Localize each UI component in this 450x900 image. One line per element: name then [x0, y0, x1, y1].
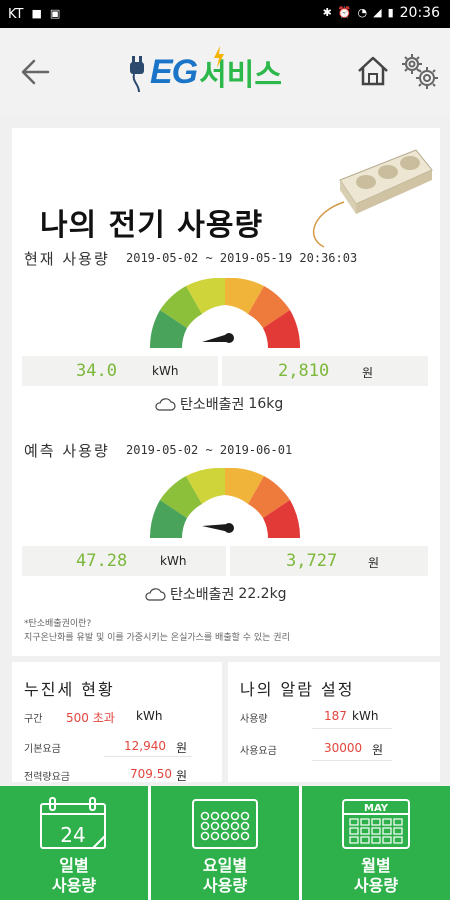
tax-section-key: 구간 — [24, 714, 43, 725]
progressive-tax-title: 누진세 현황 — [24, 680, 115, 699]
signal-icon: ◢ — [373, 6, 382, 19]
alarm-fee-value: 30000 — [324, 741, 363, 755]
divider — [312, 728, 392, 729]
monthly-label-line2: 사용량 — [353, 876, 399, 895]
carrier-label: KT — [8, 6, 24, 22]
current-kwh-value: 34.0 — [76, 361, 117, 381]
forecast-kwh-box: 47.28 kWh — [22, 546, 226, 576]
status-bar: KT ■ ▣ ✱ ⏰ ◔ ◢ ▮ 20:36 — [0, 0, 450, 28]
alarm-usage-unit: kWh — [352, 709, 379, 723]
current-carbon-label: 탄소배출권 — [180, 397, 245, 413]
tax-section-value: 500 초과 — [66, 711, 115, 725]
tax-section-unit: kWh — [136, 709, 163, 723]
monthly-usage-button[interactable]: MAY 월별 사용량 — [302, 786, 450, 900]
current-usage-range: 2019-05-02 ~ 2019-05-19 20:36:03 — [126, 251, 358, 265]
base-fee-value: 12,940 — [124, 739, 166, 753]
cloud-icon — [155, 398, 176, 411]
energy-fee-unit: 원 — [176, 769, 188, 783]
monthly-calendar-icon: MAY — [342, 799, 410, 849]
alarm-icon: ⏰ — [337, 6, 352, 19]
bluetooth-icon: ✱ — [322, 6, 332, 19]
forecast-carbon-label: 탄소배출권 — [170, 587, 235, 603]
forecast-usage-gauge — [150, 468, 300, 538]
forecast-usage-range: 2019-05-02 ~ 2019-06-01 — [126, 443, 293, 457]
plug-icon — [130, 56, 144, 92]
daily-label-line2: 사용량 — [51, 876, 97, 895]
forecast-carbon-value: 22.2kg — [238, 586, 287, 602]
alarm-fee-key: 사용요금 — [240, 746, 277, 757]
alarm-usage-key: 사용량 — [240, 714, 268, 725]
battery-icon: ▮ — [387, 6, 394, 19]
current-won-box: 2,810 원 — [222, 356, 428, 386]
forecast-carbon: 탄소배출권 22.2kg — [144, 584, 287, 604]
progressive-tax-card[interactable]: 누진세 현황 구간 500 초과 kWh 기본요금 12,940 원 전력량요금… — [12, 662, 222, 783]
current-won-unit: 원 — [362, 366, 374, 380]
current-won-value: 2,810 — [278, 361, 330, 381]
notification-square-icon: ■ — [31, 7, 42, 20]
clock: 20:36 — [399, 5, 440, 21]
carbon-note-body: 지구온난화를 유발 및 이를 가중시키는 온실가스를 배출할 수 있는 권리 — [24, 633, 290, 643]
cloud-icon — [145, 588, 166, 601]
daily-label-line1: 일별 — [59, 856, 89, 875]
monthly-icon-text: MAY — [364, 803, 389, 814]
usage-card: 나의 전기 사용량 현재 사용량 2019-05-02 ~ 2019-05-19… — [12, 128, 440, 656]
forecast-kwh-unit: kWh — [160, 554, 187, 568]
back-arrow-icon[interactable] — [18, 54, 54, 90]
alarm-fee-unit: 원 — [372, 743, 384, 757]
daily-usage-button[interactable]: 24 일별 사용량 — [0, 786, 148, 900]
alarm-settings-title: 나의 알람 설정 — [240, 680, 355, 699]
settings-gears-icon[interactable] — [398, 50, 440, 92]
forecast-kwh-value: 47.28 — [76, 551, 128, 571]
divider — [312, 760, 392, 761]
app-logo: EG 서비스 — [128, 46, 282, 94]
forecast-won-unit: 원 — [368, 556, 380, 570]
weekday-calendar-icon — [192, 799, 258, 849]
page-title: 나의 전기 사용량 — [40, 208, 264, 243]
current-carbon: 탄소배출권 16kg — [154, 394, 283, 414]
base-fee-unit: 원 — [176, 741, 188, 755]
weekday-usage-button[interactable]: 요일별 사용량 — [151, 786, 299, 900]
weekday-label-line1: 요일별 — [202, 856, 248, 875]
current-usage-label: 현재 사용량 — [24, 250, 110, 268]
energy-fee-key: 전력량요금 — [24, 772, 70, 783]
lightning-icon — [214, 46, 224, 68]
base-fee-key: 기본요금 — [24, 744, 61, 755]
alarm-settings-card[interactable]: 나의 알람 설정 사용량 187 kWh 사용요금 30000 원 — [228, 662, 440, 782]
calendar-icon: 24 — [40, 797, 106, 849]
forecast-won-box: 3,727 원 — [230, 546, 428, 576]
app-header: EG 서비스 — [0, 28, 450, 116]
current-usage-gauge — [150, 278, 300, 348]
home-icon[interactable] — [356, 54, 390, 88]
current-carbon-value: 16kg — [248, 396, 284, 412]
current-kwh-unit: kWh — [152, 364, 179, 378]
divider — [104, 756, 192, 757]
logo-prefix: EG — [150, 52, 198, 91]
power-strip-illustration — [312, 149, 433, 248]
current-kwh-box: 34.0 kWh — [22, 356, 218, 386]
alarm-usage-value: 187 — [324, 709, 347, 723]
bottom-navigation: 24 일별 사용량 요일별 사용량 MAY 월별 사용량 — [0, 786, 450, 900]
forecast-usage-label: 예측 사용량 — [24, 442, 110, 460]
weekday-label-line2: 사용량 — [202, 876, 248, 895]
daily-icon-number: 24 — [60, 823, 85, 847]
carbon-note-title: *탄소배출권이란? — [24, 619, 92, 629]
energy-fee-value: 709.50 — [130, 767, 172, 781]
forecast-won-value: 3,727 — [286, 551, 338, 571]
notification-image-icon: ▣ — [49, 7, 61, 20]
wifi-icon: ◔ — [357, 6, 368, 19]
monthly-label-line1: 월별 — [361, 856, 391, 875]
